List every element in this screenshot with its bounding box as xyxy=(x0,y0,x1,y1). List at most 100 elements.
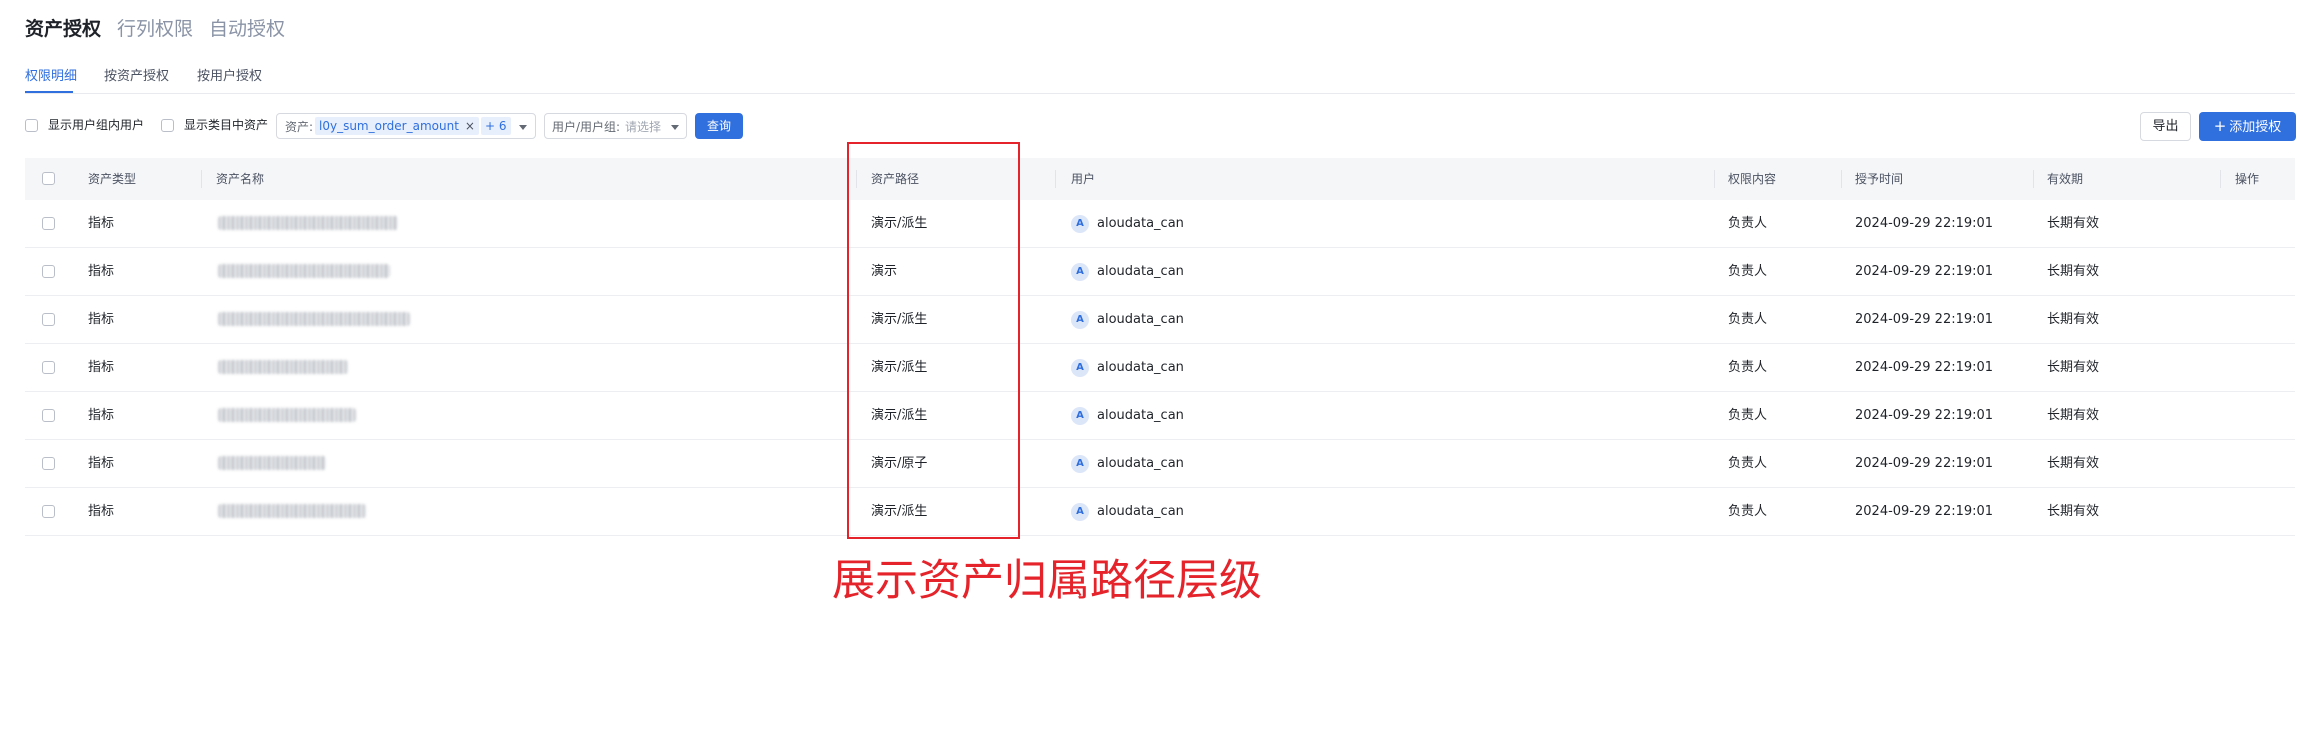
asset-name-blurred[interactable] xyxy=(218,360,348,374)
asset-type-cell: 指标 xyxy=(88,408,115,423)
row-checkbox[interactable] xyxy=(42,457,55,470)
user-cell: aloudata_can xyxy=(1097,504,1184,519)
add-auth-label: 添加授权 xyxy=(2229,120,2282,135)
tag-close-icon[interactable]: × xyxy=(465,119,475,133)
permission-cell: 负责人 xyxy=(1728,504,1768,519)
user-cell: aloudata_can xyxy=(1097,216,1184,231)
col-validity: 有效期 xyxy=(2047,172,2084,186)
table-row: 指标 演示/原子 A aloudata_can 负责人 2024-09-29 2… xyxy=(25,440,2295,488)
user-cell: aloudata_can xyxy=(1097,408,1184,423)
permission-cell: 负责人 xyxy=(1728,360,1768,375)
show-category-assets-checkbox[interactable] xyxy=(161,119,174,132)
query-button[interactable]: 查询 xyxy=(695,113,743,139)
user-select-prefix: 用户/用户组: xyxy=(552,120,621,134)
row-checkbox[interactable] xyxy=(42,409,55,422)
chevron-down-icon xyxy=(671,125,679,130)
asset-type-cell: 指标 xyxy=(88,312,115,327)
granted-time-cell: 2024-09-29 22:19:01 xyxy=(1855,504,1994,519)
row-checkbox[interactable] xyxy=(42,313,55,326)
col-user: 用户 xyxy=(1071,172,1096,186)
table-row: 指标 演示 A aloudata_can 负责人 2024-09-29 22:1… xyxy=(25,248,2295,296)
row-checkbox[interactable] xyxy=(42,361,55,374)
show-group-users-checkbox[interactable] xyxy=(25,119,38,132)
validity-cell: 长期有效 xyxy=(2047,504,2100,519)
user-avatar: A xyxy=(1071,455,1089,473)
top-tab-auto-auth[interactable]: 自动授权 xyxy=(209,16,285,42)
col-actions: 操作 xyxy=(2235,172,2260,186)
top-tab-row-column-permission[interactable]: 行列权限 xyxy=(117,16,193,42)
user-avatar: A xyxy=(1071,263,1089,281)
asset-name-blurred[interactable] xyxy=(218,456,326,470)
show-category-assets-label: 显示类目中资产 xyxy=(184,118,269,132)
validity-cell: 长期有效 xyxy=(2047,216,2100,231)
table-row: 指标 演示/派生 A aloudata_can 负责人 2024-09-29 2… xyxy=(25,488,2295,536)
column-divider xyxy=(1841,170,1842,188)
validity-cell: 长期有效 xyxy=(2047,264,2100,279)
chevron-down-icon xyxy=(519,125,527,130)
table-row: 指标 演示/派生 A aloudata_can 负责人 2024-09-29 2… xyxy=(25,296,2295,344)
asset-type-cell: 指标 xyxy=(88,216,115,231)
permission-cell: 负责人 xyxy=(1728,312,1768,327)
permission-cell: 负责人 xyxy=(1728,216,1768,231)
show-group-users-label: 显示用户组内用户 xyxy=(48,118,145,132)
asset-type-cell: 指标 xyxy=(88,264,115,279)
asset-select[interactable]: 资产: l0y_sum_order_amount × + 6 xyxy=(276,113,536,139)
asset-type-cell: 指标 xyxy=(88,504,115,519)
granted-time-cell: 2024-09-29 22:19:01 xyxy=(1855,264,1994,279)
column-divider xyxy=(201,170,202,188)
user-avatar: A xyxy=(1071,503,1089,521)
row-checkbox[interactable] xyxy=(42,217,55,230)
asset-type-cell: 指标 xyxy=(88,456,115,471)
user-select[interactable]: 用户/用户组: 请选择 xyxy=(544,113,687,139)
asset-tag-label: l0y_sum_order_amount xyxy=(319,119,459,133)
validity-cell: 长期有效 xyxy=(2047,360,2100,375)
table-header: 资产类型 资产名称 资产路径 用户 权限内容 授予时间 有效期 操作 xyxy=(25,158,2295,200)
select-all-checkbox[interactable] xyxy=(42,172,55,185)
plus-icon: + xyxy=(2213,117,2227,135)
asset-name-blurred[interactable] xyxy=(218,216,398,230)
permission-cell: 负责人 xyxy=(1728,408,1768,423)
asset-name-blurred[interactable] xyxy=(218,504,366,518)
asset-select-prefix: 资产: xyxy=(285,120,314,134)
column-divider xyxy=(2033,170,2034,188)
col-asset-type: 资产类型 xyxy=(88,172,137,186)
add-auth-button[interactable]: + 添加授权 xyxy=(2199,112,2296,141)
user-avatar: A xyxy=(1071,407,1089,425)
tab-divider xyxy=(25,93,2295,94)
column-divider xyxy=(1055,170,1056,188)
user-avatar: A xyxy=(1071,215,1089,233)
user-avatar: A xyxy=(1071,311,1089,329)
user-cell: aloudata_can xyxy=(1097,456,1184,471)
export-button[interactable]: 导出 xyxy=(2140,112,2191,141)
granted-time-cell: 2024-09-29 22:19:01 xyxy=(1855,312,1994,327)
granted-time-cell: 2024-09-29 22:19:01 xyxy=(1855,360,1994,375)
user-avatar: A xyxy=(1071,359,1089,377)
asset-more-tag: + 6 xyxy=(481,117,511,135)
sub-tab-by-asset[interactable]: 按资产授权 xyxy=(104,67,169,87)
col-granted-time: 授予时间 xyxy=(1855,172,1904,186)
column-divider xyxy=(1714,170,1715,188)
col-permission: 权限内容 xyxy=(1728,172,1777,186)
row-checkbox[interactable] xyxy=(42,265,55,278)
permission-cell: 负责人 xyxy=(1728,264,1768,279)
granted-time-cell: 2024-09-29 22:19:01 xyxy=(1855,456,1994,471)
asset-tag: l0y_sum_order_amount × xyxy=(315,117,479,135)
permission-cell: 负责人 xyxy=(1728,456,1768,471)
column-divider xyxy=(2220,170,2221,188)
table-row: 指标 演示/派生 A aloudata_can 负责人 2024-09-29 2… xyxy=(25,200,2295,248)
sub-tab-permission-detail[interactable]: 权限明细 xyxy=(25,67,77,87)
table-row: 指标 演示/派生 A aloudata_can 负责人 2024-09-29 2… xyxy=(25,344,2295,392)
row-checkbox[interactable] xyxy=(42,505,55,518)
validity-cell: 长期有效 xyxy=(2047,312,2100,327)
annotation-text: 展示资产归属路径层级 xyxy=(832,556,1262,606)
asset-name-blurred[interactable] xyxy=(218,312,410,326)
validity-cell: 长期有效 xyxy=(2047,408,2100,423)
asset-type-cell: 指标 xyxy=(88,360,115,375)
asset-name-blurred[interactable] xyxy=(218,408,356,422)
asset-name-blurred[interactable] xyxy=(218,264,390,278)
user-select-placeholder: 请选择 xyxy=(625,120,662,134)
top-tab-asset-auth[interactable]: 资产授权 xyxy=(25,16,101,42)
validity-cell: 长期有效 xyxy=(2047,456,2100,471)
user-cell: aloudata_can xyxy=(1097,360,1184,375)
sub-tab-by-user[interactable]: 按用户授权 xyxy=(197,67,262,87)
